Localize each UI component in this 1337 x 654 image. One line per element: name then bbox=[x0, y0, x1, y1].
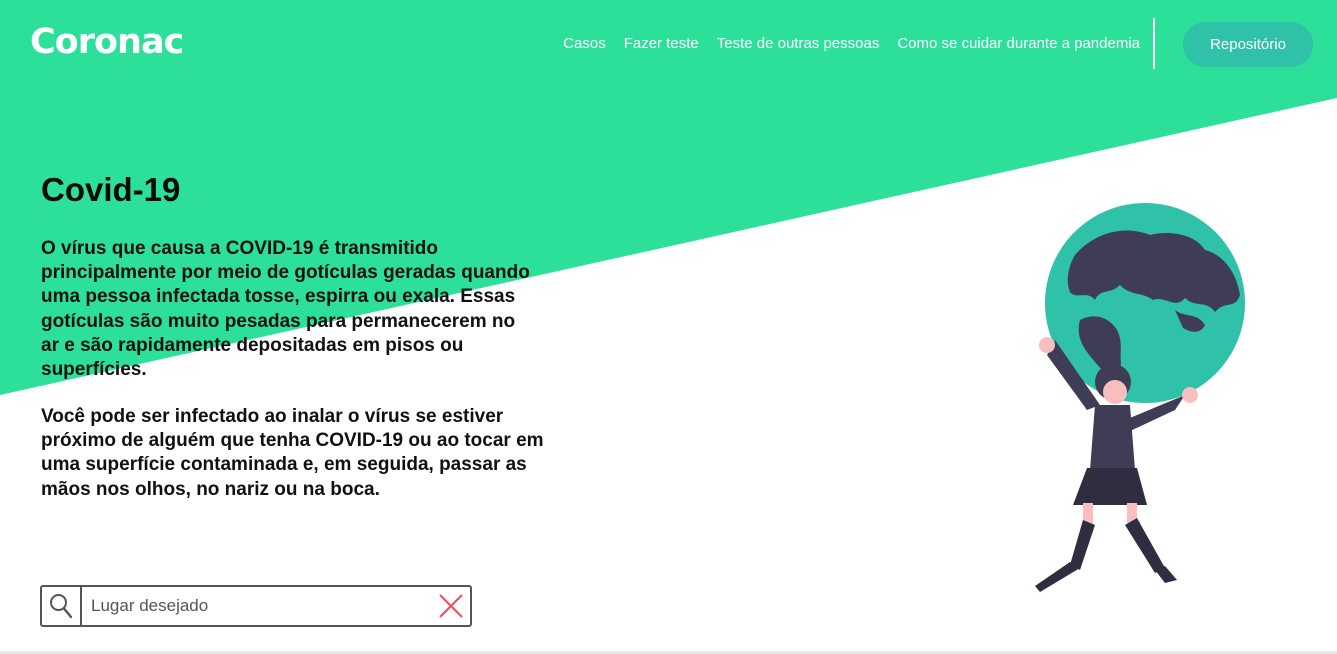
nav-link-casos[interactable]: Casos bbox=[563, 34, 606, 54]
woman-holding-globe-illustration bbox=[1035, 203, 1245, 592]
close-icon[interactable] bbox=[432, 587, 470, 625]
nav-divider bbox=[1153, 18, 1155, 69]
infection-paragraph: Você pode ser infectado ao inalar o víru… bbox=[41, 406, 544, 500]
top-navbar: Coronac Casos Fazer teste Teste de outra… bbox=[0, 0, 1337, 90]
main-nav: Casos Fazer teste Teste de outras pessoa… bbox=[563, 34, 1140, 54]
nav-link-como-se-cuidar[interactable]: Como se cuidar durante a pandemia bbox=[897, 34, 1140, 54]
search-icon[interactable] bbox=[42, 587, 82, 625]
nav-link-fazer-teste[interactable]: Fazer teste bbox=[624, 34, 699, 54]
transmission-paragraph: O vírus que causa a COVID-19 é transmiti… bbox=[41, 238, 530, 381]
main-content: Covid-19 O vírus que causa a COVID-19 é … bbox=[41, 170, 561, 500]
page-title: Covid-19 bbox=[41, 171, 181, 208]
nav-link-teste-outras-pessoas[interactable]: Teste de outras pessoas bbox=[717, 34, 880, 54]
brand-logo[interactable]: Coronac bbox=[30, 20, 184, 64]
repository-button[interactable]: Repositório bbox=[1183, 22, 1313, 67]
location-search-input[interactable] bbox=[82, 590, 432, 622]
location-search-box bbox=[40, 585, 472, 627]
